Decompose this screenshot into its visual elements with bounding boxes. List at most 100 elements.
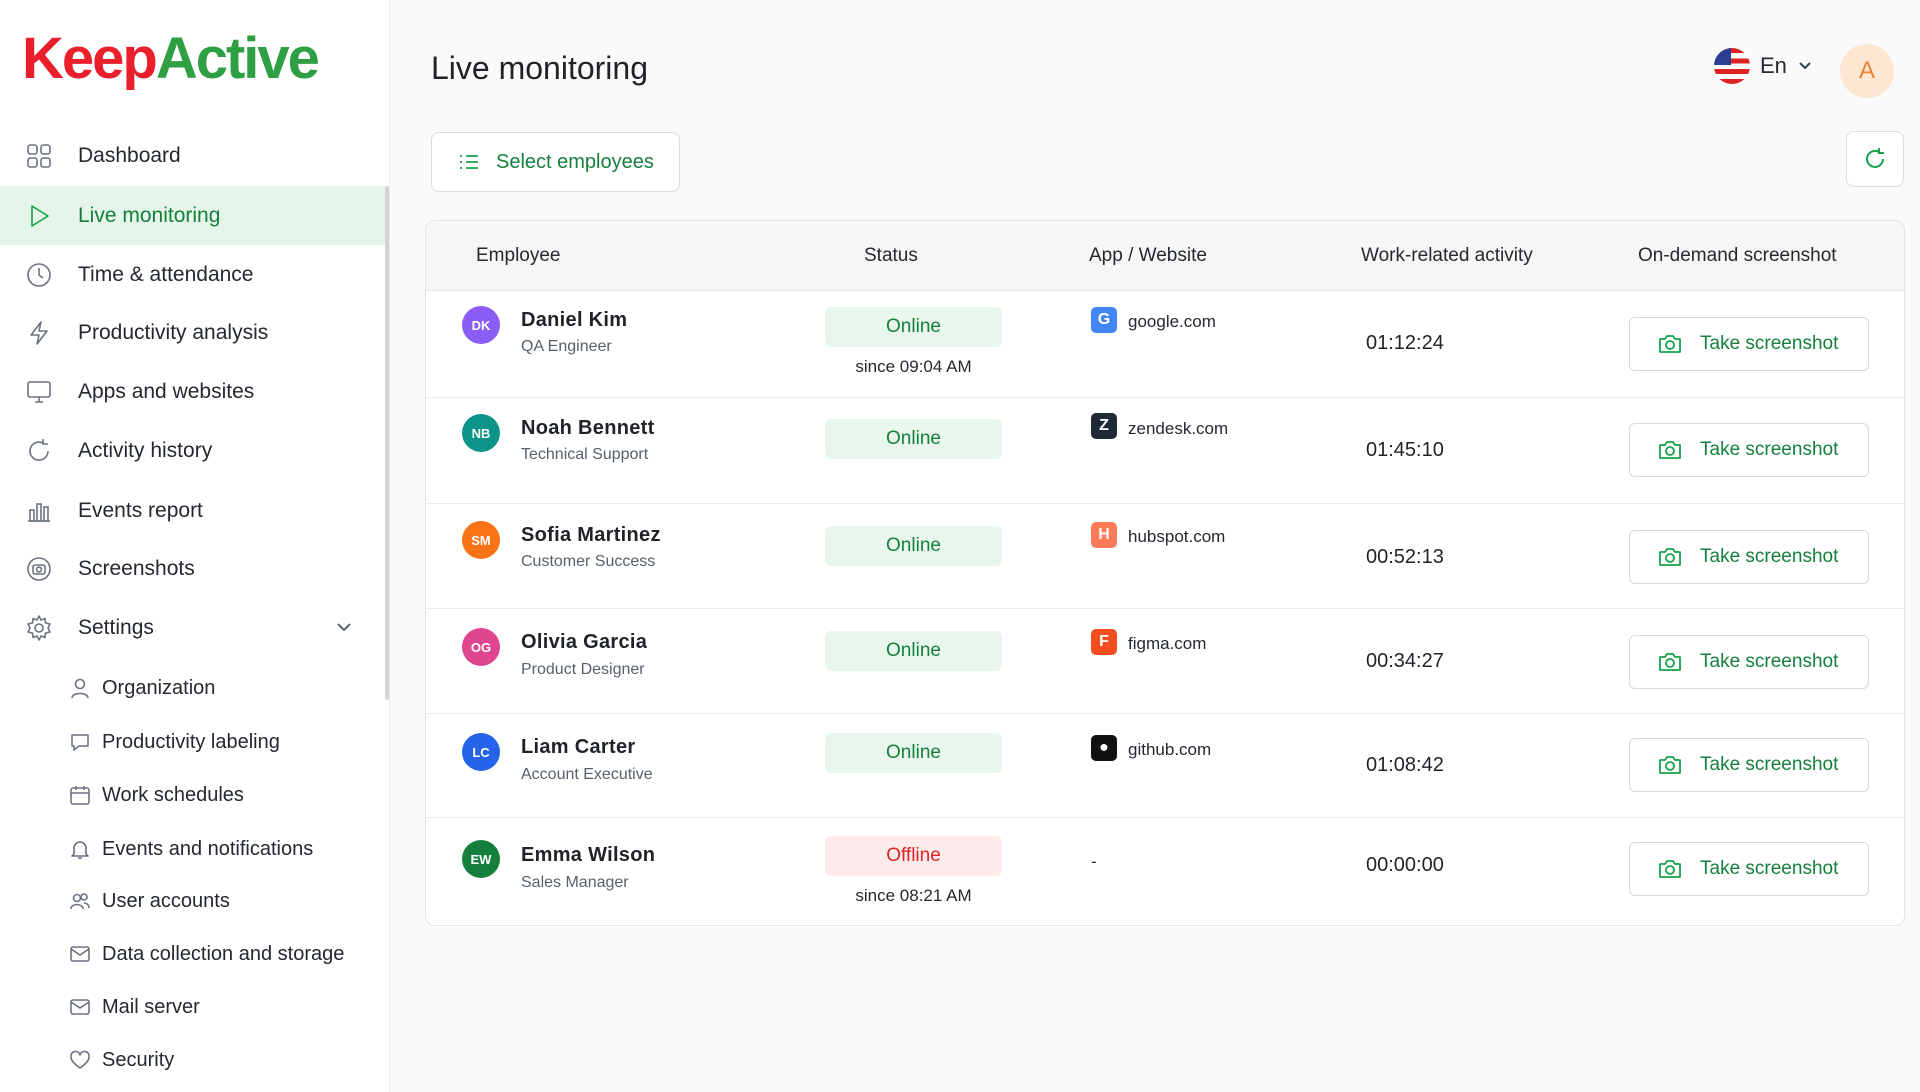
sidebar-item-label: Productivity analysis [78, 320, 269, 344]
table-row: NB Noah Bennett Technical Support Online… [426, 398, 1904, 504]
take-screenshot-button[interactable]: Take screenshot [1629, 635, 1869, 689]
employee-table: Employee Status App / Website Work-relat… [425, 220, 1905, 926]
refresh-icon [1866, 148, 1884, 168]
employee-avatar: SM [462, 521, 500, 559]
sidebar-item-screenshots[interactable]: Screenshots [0, 539, 386, 598]
status-badge: Online [825, 733, 1002, 773]
mail-icon [68, 995, 92, 1019]
app-website: - [1091, 852, 1097, 871]
settings-item-productivity-labeling[interactable]: Productivity labeling [0, 720, 386, 764]
status-since: since 09:04 AM [855, 357, 972, 376]
employee-name[interactable]: Liam Carter [521, 736, 635, 759]
work-activity-time: 00:00:00 [1366, 854, 1444, 876]
employee-role: Customer Success [521, 553, 656, 570]
employee-name[interactable]: Noah Bennett [521, 417, 655, 440]
employee-name[interactable]: Olivia Garcia [521, 631, 647, 654]
camera-icon [1659, 548, 1681, 566]
take-screenshot-label: Take screenshot [1700, 333, 1839, 354]
settings-item-label: Security [102, 1048, 175, 1071]
google-icon: G [1091, 307, 1117, 333]
settings-item-label: Productivity labeling [102, 730, 280, 753]
table-row: SM Sofia Martinez Customer Success Onlin… [426, 504, 1904, 609]
sidebar-item-events-report[interactable]: Events report [0, 481, 386, 540]
keepactive-logo[interactable]: KeepActive [22, 24, 320, 94]
settings-item-label: Data collection and storage [102, 942, 345, 965]
zendesk-icon: Z [1091, 413, 1117, 439]
settings-item-security[interactable]: Security [0, 1038, 386, 1082]
envelope-icon [68, 942, 92, 966]
sidebar-item-live-monitoring[interactable]: Live monitoring [0, 186, 386, 245]
settings-item-organization[interactable]: Organization [0, 666, 386, 710]
settings-item-user-accounts[interactable]: User accounts [0, 879, 386, 923]
settings-item-label: Work schedules [102, 783, 244, 806]
sidebar-item-activity-history[interactable]: Activity history [0, 421, 386, 480]
camera-icon [1659, 860, 1681, 878]
column-header-work-activity: Work-related activity [1361, 245, 1533, 266]
column-header-screenshot: On-demand screenshot [1638, 245, 1837, 266]
user-icon [68, 676, 92, 700]
history-icon [24, 436, 54, 466]
github-icon: ● [1091, 735, 1117, 761]
take-screenshot-button[interactable]: Take screenshot [1629, 738, 1869, 792]
employee-name[interactable]: Emma Wilson [521, 844, 655, 867]
app-website: figma.com [1128, 634, 1207, 653]
settings-item-data-collection[interactable]: Data collection and storage [0, 932, 386, 976]
chevron-down-icon [1797, 53, 1813, 79]
chart-icon [24, 496, 54, 526]
chevron-down-icon[interactable] [334, 617, 354, 637]
sidebar-item-label: Apps and websites [78, 379, 255, 403]
take-screenshot-button[interactable]: Take screenshot [1629, 842, 1869, 896]
settings-item-label: Organization [102, 676, 216, 699]
take-screenshot-button[interactable]: Take screenshot [1629, 423, 1869, 477]
sidebar-item-productivity-analysis[interactable]: Productivity analysis [0, 303, 386, 362]
employee-name[interactable]: Sofia Martinez [521, 524, 661, 547]
sidebar-item-settings[interactable]: Settings [0, 598, 386, 657]
sidebar-item-time-attendance[interactable]: Time & attendance [0, 245, 386, 304]
take-screenshot-label: Take screenshot [1700, 546, 1839, 567]
take-screenshot-label: Take screenshot [1700, 754, 1839, 775]
work-activity-time: 00:52:13 [1366, 546, 1444, 568]
language-label: En [1760, 53, 1787, 78]
employee-avatar: DK [462, 306, 500, 344]
settings-item-mail-server[interactable]: Mail server [0, 985, 386, 1029]
language-selector[interactable]: En [1714, 48, 1813, 84]
camera-icon [1659, 756, 1681, 774]
sidebar-item-label: Time & attendance [78, 262, 254, 286]
take-screenshot-button[interactable]: Take screenshot [1629, 317, 1869, 371]
work-activity-time: 01:45:10 [1366, 439, 1444, 461]
hubspot-icon: H [1091, 522, 1117, 548]
employee-role: Account Executive [521, 766, 653, 783]
sidebar-item-label: Events report [78, 498, 203, 522]
employee-name[interactable]: Daniel Kim [521, 309, 627, 332]
sidebar: KeepActive Dashboard Live monitoring Tim… [0, 0, 390, 1092]
grid-icon [24, 141, 54, 171]
app-website: github.com [1128, 740, 1212, 759]
sidebar-item-label: Live monitoring [78, 203, 221, 227]
settings-item-events-notifications[interactable]: Events and notifications [0, 827, 386, 871]
work-activity-time: 01:08:42 [1366, 754, 1444, 776]
bell-icon [68, 837, 92, 861]
settings-item-work-schedules[interactable]: Work schedules [0, 773, 386, 817]
table-row: DK Daniel Kim QA Engineer Online since 0… [426, 292, 1904, 398]
take-screenshot-label: Take screenshot [1700, 651, 1839, 672]
settings-item-label: Events and notifications [102, 837, 314, 860]
page-title: Live monitoring [431, 50, 648, 86]
sidebar-scrollbar[interactable] [385, 186, 389, 700]
user-avatar[interactable]: A [1840, 44, 1894, 98]
settings-item-label: Mail server [102, 995, 200, 1018]
figma-icon: F [1091, 629, 1117, 655]
clock-icon [24, 260, 54, 290]
sidebar-item-label: Screenshots [78, 556, 195, 580]
select-employees-button[interactable]: Select employees [431, 132, 680, 192]
sidebar-item-dashboard[interactable]: Dashboard [0, 126, 386, 185]
us-flag-icon [1714, 48, 1750, 84]
play-icon [24, 201, 54, 231]
sidebar-item-apps-websites[interactable]: Apps and websites [0, 362, 386, 421]
camera-icon [1659, 335, 1681, 353]
employee-role: Product Designer [521, 661, 645, 678]
list-icon [460, 155, 478, 169]
take-screenshot-button[interactable]: Take screenshot [1629, 530, 1869, 584]
select-employees-label: Select employees [496, 150, 654, 173]
refresh-button[interactable] [1846, 131, 1904, 187]
column-header-app-website: App / Website [1089, 245, 1207, 266]
